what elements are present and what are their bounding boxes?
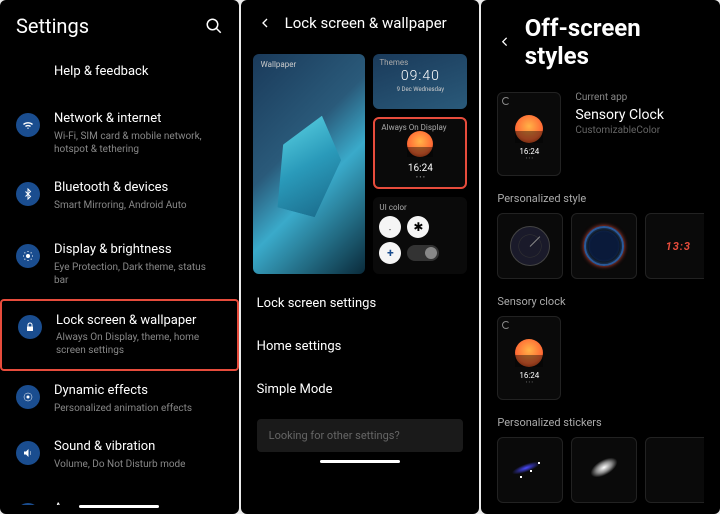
item-sub: Wi-Fi, SIM card & mobile network, hotspo… [54,130,223,156]
themes-card[interactable]: Themes 09:40 9 Dec Wednesday [373,54,467,109]
current-name: Sensory Clock [575,107,704,123]
stickers-section: Personalized stickers [481,408,720,511]
wallpaper-image [267,108,351,220]
section-label: Sensory clock [497,295,704,308]
current-label: Current app [575,92,704,103]
item-sub: Personalized animation effects [54,402,223,415]
back-icon[interactable] [257,15,273,31]
settings-item-dynamic[interactable]: Dynamic effects Personalized animation ef… [0,371,239,427]
page-title: Off-screen styles [525,14,704,70]
row-lock-settings[interactable]: Lock screen settings [257,282,464,325]
item-title: Sound & vibration [54,439,223,456]
personalized-style-section: Personalized style 13:3 [481,184,720,287]
preview-dots: • • • [526,380,534,386]
sticker-planet[interactable] [571,437,637,503]
preview-time: 16:24 [519,371,539,380]
section-label: Personalized stickers [497,416,704,429]
lockscreen-panel: Lock screen & wallpaper Wallpaper Themes… [241,0,480,514]
wifi-toggle-icon [379,216,401,238]
settings-list: Help & feedback Network & internet Wi-Fi,… [0,52,239,505]
effects-icon [16,385,40,409]
settings-panel: Settings Help & feedback Network & inter… [0,0,239,514]
lockscreen-header: Lock screen & wallpaper [241,0,480,46]
back-icon[interactable] [497,34,512,50]
moon-icon [502,97,510,105]
item-sub: Smart Mirroring, Android Auto [54,199,223,212]
item-title: Dynamic effects [54,383,223,400]
item-sub: Volume, Do Not Disturb mode [54,458,223,471]
sticker-galaxy[interactable] [497,437,563,503]
settings-item-display[interactable]: Display & brightness Eye Protection, Dark… [0,230,239,299]
toggle-icon [407,245,439,261]
item-title: Display & brightness [54,242,223,259]
bt-toggle-icon: ✱ [407,216,429,238]
page-title: Settings [16,14,193,38]
item-sub: Always On Display, theme, home screen se… [56,331,221,357]
ui-color-label: UI color [379,203,461,212]
search-input[interactable]: Looking for other settings? [257,419,464,452]
sensory-clock-section: Sensory clock 16:24 • • • [481,287,720,408]
sun-icon [515,115,543,143]
item-title: Lock screen & wallpaper [56,313,221,330]
nav-bar[interactable] [320,460,400,463]
themes-label: Themes [379,58,408,67]
sticker-3[interactable] [645,437,704,503]
wallpaper-card[interactable]: Wallpaper [253,54,366,274]
current-preview[interactable]: 16:24 • • • [497,92,561,176]
sound-icon [16,441,40,465]
row-home-settings[interactable]: Home settings [257,325,464,368]
settings-item-apps[interactable]: AppsRecent apps, default apps [0,489,239,505]
item-title: Help & feedback [54,64,223,81]
style-watch-1[interactable] [497,213,563,279]
search-icon[interactable] [205,17,223,35]
wallpaper-label: Wallpaper [261,60,297,69]
wifi-icon [16,113,40,137]
sun-icon [407,131,433,157]
row-simple-mode[interactable]: Simple Mode [257,368,464,411]
section-label: Personalized style [497,192,704,205]
aod-time: 16:24 [408,163,433,174]
aod-label: Always On Display [381,123,446,132]
aod-dots: • • • [416,174,425,181]
item-title: Bluetooth & devices [54,180,223,197]
preview-cards: Wallpaper Themes 09:40 9 Dec Wednesday A… [241,46,480,282]
settings-header: Settings [0,0,239,52]
nav-bar[interactable] [79,505,159,508]
sensory-preview[interactable]: 16:24 • • • [497,316,561,400]
lock-icon [18,315,42,339]
themes-time: 09:40 [401,68,440,84]
aod-card[interactable]: Always On Display 16:24 • • • [373,117,467,189]
offscreen-panel: Off-screen styles 16:24 • • • Current ap… [481,0,720,514]
style-digital-clock[interactable]: 13:3 [645,213,704,279]
preview-dots: • • • [526,156,534,162]
page-title: Lock screen & wallpaper [285,14,464,32]
option-list: Lock screen settings Home settings Simpl… [241,282,480,411]
style-watch-2[interactable] [571,213,637,279]
preview-time: 16:24 [519,147,539,156]
moon-icon [502,321,510,329]
current-color: CustomizableColor [575,125,704,136]
apps-icon [16,503,40,505]
settings-item-sound[interactable]: Sound & vibration Volume, Do Not Disturb … [0,427,239,483]
settings-item-help[interactable]: Help & feedback [0,52,239,93]
item-sub: Eye Protection, Dark theme, status bar [54,261,223,287]
offscreen-header: Off-screen styles [481,0,720,84]
themes-date: 9 Dec Wednesday [397,86,444,93]
bluetooth-icon [16,182,40,206]
item-title: Network & internet [54,111,223,128]
sun-icon [515,339,543,367]
plus-icon: + [379,242,401,264]
ui-color-card[interactable]: UI color ✱ + [373,197,467,274]
settings-item-network[interactable]: Network & internet Wi-Fi, SIM card & mobi… [0,99,239,168]
brightness-icon [16,244,40,268]
current-app-section: 16:24 • • • Current app Sensory Clock Cu… [481,84,720,184]
settings-item-bluetooth[interactable]: Bluetooth & devices Smart Mirroring, Andr… [0,168,239,224]
settings-item-lockscreen[interactable]: Lock screen & wallpaperAlways On Display… [0,299,239,372]
